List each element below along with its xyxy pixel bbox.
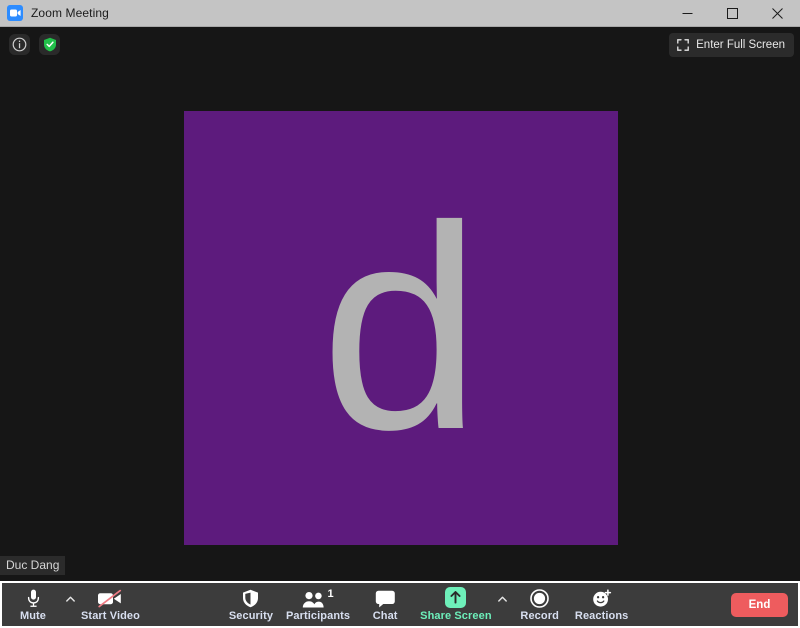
window-title: Zoom Meeting (31, 6, 109, 20)
participants-count-badge: 1 (327, 588, 333, 600)
mute-label: Mute (20, 610, 46, 622)
shield-icon (242, 588, 259, 608)
security-button[interactable]: Security (220, 583, 282, 626)
record-circle-icon (530, 588, 549, 608)
info-icon[interactable] (9, 34, 30, 55)
participants-label: Participants (286, 610, 350, 622)
shield-check-icon[interactable] (39, 34, 60, 55)
video-off-icon (97, 588, 123, 608)
record-button[interactable]: Record (509, 583, 571, 626)
enter-full-screen-button[interactable]: Enter Full Screen (669, 33, 794, 57)
share-screen-button[interactable]: Share Screen (416, 583, 496, 626)
enter-full-screen-label: Enter Full Screen (696, 39, 785, 51)
participant-video-tile[interactable]: d (184, 111, 618, 545)
microphone-icon (27, 588, 40, 608)
window-controls (665, 0, 800, 27)
meeting-stage: Enter Full Screen d Duc Dang (0, 27, 800, 581)
meeting-toolbar: Mute Start Video (0, 581, 800, 628)
security-label: Security (229, 610, 273, 622)
reactions-label: Reactions (575, 610, 628, 622)
mute-options-caret-icon[interactable] (64, 583, 77, 626)
zoom-video-icon (7, 5, 23, 21)
chat-bubble-icon (375, 588, 396, 608)
chat-button[interactable]: Chat (354, 583, 416, 626)
participants-button[interactable]: 1 Participants (282, 583, 354, 626)
chat-label: Chat (373, 610, 398, 622)
minimize-icon[interactable] (665, 0, 710, 27)
share-screen-label: Share Screen (420, 610, 492, 622)
stage-top-left-controls (9, 34, 60, 55)
participant-name-label: Duc Dang (0, 556, 65, 575)
record-label: Record (520, 610, 559, 622)
title-bar: Zoom Meeting (0, 0, 800, 27)
reactions-button[interactable]: Reactions (571, 583, 633, 626)
share-screen-icon (445, 588, 466, 608)
reactions-smiley-icon (592, 588, 612, 608)
maximize-icon[interactable] (710, 0, 755, 27)
avatar-letter: d (184, 183, 618, 473)
start-video-button[interactable]: Start Video (77, 583, 144, 626)
expand-corners-icon (677, 39, 689, 51)
zoom-meeting-window: Zoom Meeting (0, 0, 800, 628)
end-meeting-button[interactable]: End (731, 593, 788, 617)
mute-button[interactable]: Mute (2, 583, 64, 626)
share-screen-options-caret-icon[interactable] (496, 583, 509, 626)
participants-icon: 1 (302, 588, 333, 608)
close-icon[interactable] (755, 0, 800, 27)
start-video-label: Start Video (81, 610, 140, 622)
